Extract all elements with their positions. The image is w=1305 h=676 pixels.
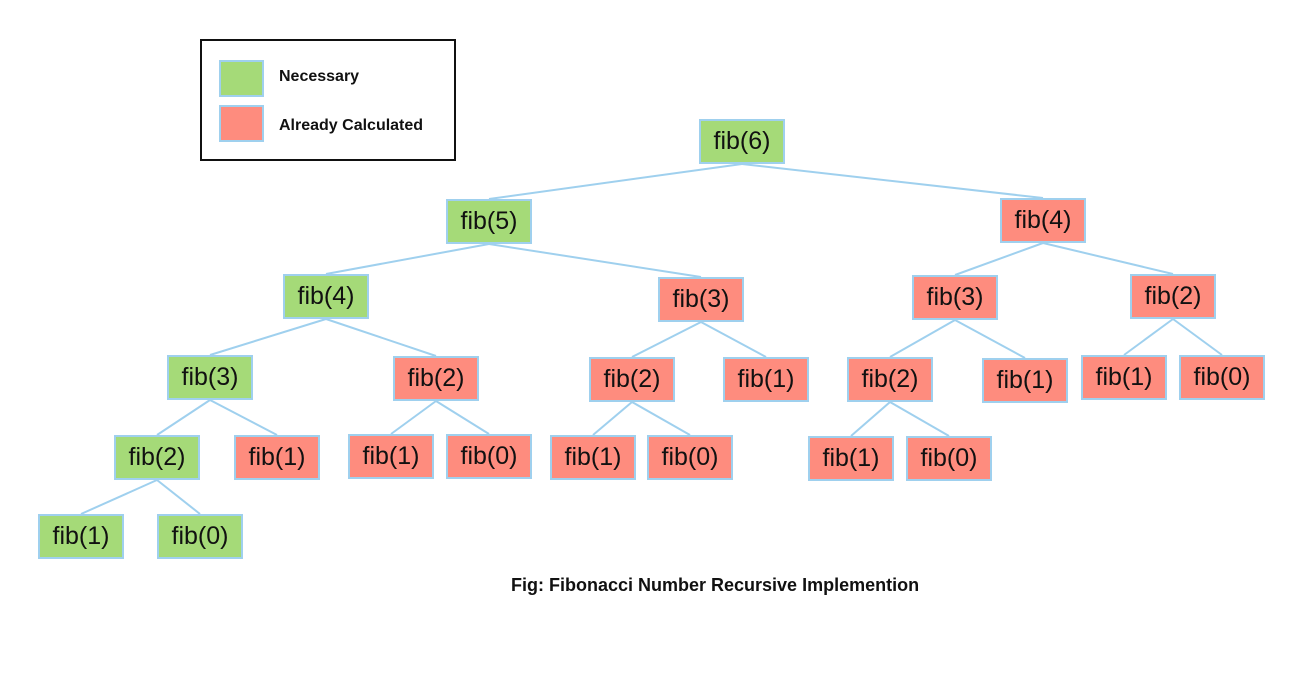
- tree-edge: [156, 399, 211, 436]
- tree-node-necessary: fib(1): [38, 514, 124, 559]
- figure-caption: Fig: Fibonacci Number Recursive Implemen…: [511, 575, 920, 595]
- tree-edge: [488, 243, 702, 278]
- tree-node-calculated: fib(1): [550, 435, 636, 480]
- legend-label-necessary: Necessary: [279, 68, 360, 85]
- tree-edge: [1123, 318, 1174, 356]
- tree-node-calculated: fib(3): [912, 275, 998, 320]
- tree-node-necessary: fib(0): [157, 514, 243, 559]
- tree-node-calculated: fib(1): [234, 435, 320, 480]
- tree-node-calculated: fib(4): [1000, 198, 1086, 243]
- tree-edge: [954, 319, 1026, 359]
- tree-edge: [325, 243, 490, 275]
- tree-edge: [325, 318, 437, 357]
- tree-node-necessary: fib(3): [167, 355, 253, 400]
- tree-node-calculated: fib(1): [348, 434, 434, 479]
- tree-node-calculated: fib(0): [446, 434, 532, 479]
- legend-swatch-already-calculated: [219, 105, 264, 142]
- tree-node-necessary: fib(4): [283, 274, 369, 319]
- tree-node-calculated: fib(1): [723, 357, 809, 402]
- tree-edge: [850, 401, 891, 437]
- tree-edge: [435, 400, 490, 435]
- tree-edge: [631, 321, 702, 358]
- tree-edge: [889, 319, 956, 358]
- tree-edge: [156, 479, 201, 515]
- tree-node-calculated: fib(1): [808, 436, 894, 481]
- tree-edge: [80, 479, 158, 515]
- legend-label-already-calculated: Already Calculated: [279, 117, 424, 134]
- tree-edge: [631, 401, 691, 436]
- tree-node-calculated: fib(2): [589, 357, 675, 402]
- tree-node-calculated: fib(1): [982, 358, 1068, 403]
- tree-edge: [209, 399, 278, 436]
- tree-node-calculated: fib(2): [847, 357, 933, 402]
- tree-edge: [741, 163, 1044, 199]
- legend-swatch-necessary: [219, 60, 264, 97]
- tree-node-calculated: fib(2): [393, 356, 479, 401]
- legend: Necessary Already Calculated: [200, 39, 456, 161]
- tree-node-calculated: fib(1): [1081, 355, 1167, 400]
- tree-node-necessary: fib(5): [446, 199, 532, 244]
- tree-node-calculated: fib(2): [1130, 274, 1216, 319]
- tree-edge: [954, 242, 1044, 276]
- tree-edge: [209, 318, 327, 356]
- tree-node-necessary: fib(6): [699, 119, 785, 164]
- tree-node-calculated: fib(0): [1179, 355, 1265, 400]
- tree-node-calculated: fib(0): [906, 436, 992, 481]
- tree-edge: [700, 321, 767, 358]
- tree-edge: [1042, 242, 1174, 275]
- tree-edge: [889, 401, 950, 437]
- tree-edge: [1172, 318, 1223, 356]
- tree-edge: [390, 400, 437, 435]
- tree-edge: [488, 163, 743, 200]
- tree-node-calculated: fib(3): [658, 277, 744, 322]
- tree-edge: [592, 401, 633, 436]
- tree-node-necessary: fib(2): [114, 435, 200, 480]
- tree-node-calculated: fib(0): [647, 435, 733, 480]
